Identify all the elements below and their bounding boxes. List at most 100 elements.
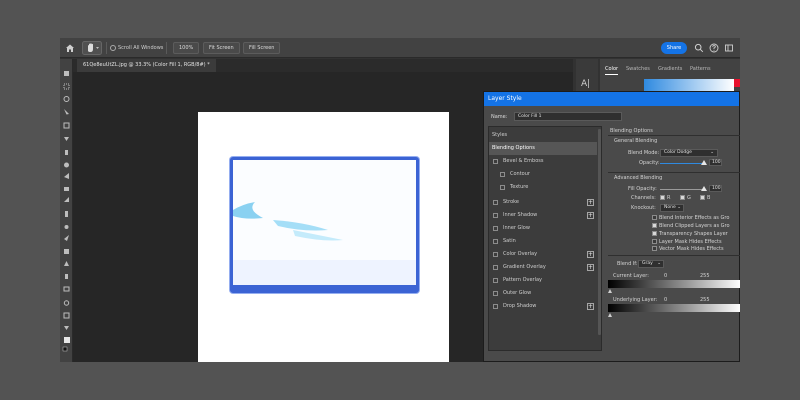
inner-shadow-checkbox[interactable] bbox=[493, 213, 498, 218]
style-gradient-overlay[interactable]: Gradient Overlay + bbox=[489, 261, 597, 274]
general-blending-title: General Blending bbox=[614, 138, 658, 144]
opacity-value[interactable]: 100 bbox=[709, 159, 722, 166]
fit-screen-button[interactable]: Fit Screen bbox=[203, 42, 240, 54]
channels-label: Channels: bbox=[631, 195, 656, 201]
color-overlay-checkbox[interactable] bbox=[493, 252, 498, 257]
separator bbox=[106, 42, 107, 54]
layer-mask-hides-checkbox[interactable] bbox=[652, 239, 657, 244]
image-artwork bbox=[233, 202, 416, 285]
style-color-overlay[interactable]: Color Overlay + bbox=[489, 248, 597, 261]
style-inner-glow[interactable]: Inner Glow bbox=[489, 222, 597, 235]
document-canvas[interactable] bbox=[198, 112, 449, 362]
channel-g-checkbox[interactable] bbox=[680, 195, 685, 200]
style-inner-shadow[interactable]: Inner Shadow + bbox=[489, 209, 597, 222]
chevron-down-icon: ⌄ bbox=[657, 261, 661, 266]
style-label: Stroke bbox=[503, 199, 519, 205]
style-texture[interactable]: Texture bbox=[489, 181, 597, 194]
style-drop-shadow[interactable]: Drop Shadow + bbox=[489, 300, 597, 313]
current-layer-black-handle[interactable] bbox=[608, 289, 612, 293]
layer-style-dialog: Layer Style Name: Color Fill 1 Styles Bl… bbox=[483, 91, 740, 362]
underlying-layer-low: 0 bbox=[664, 297, 668, 303]
svg-text:A|: A| bbox=[581, 79, 590, 89]
vector-mask-hides-checkbox[interactable] bbox=[652, 246, 657, 251]
styles-header: Styles bbox=[492, 132, 508, 138]
fill-opacity-slider-knob[interactable] bbox=[701, 186, 707, 191]
zoom-100-button[interactable]: 100% bbox=[173, 42, 200, 54]
channel-b-checkbox[interactable] bbox=[700, 195, 705, 200]
layer-mask-hides-label: Layer Mask Hides Effects bbox=[659, 239, 722, 245]
style-bevel-emboss[interactable]: Bevel & Emboss bbox=[489, 155, 597, 168]
help-icon[interactable] bbox=[709, 43, 719, 53]
workspace-icon[interactable] bbox=[724, 43, 734, 53]
tab-color[interactable]: Color bbox=[605, 63, 619, 75]
style-outer-glow[interactable]: Outer Glow bbox=[489, 287, 597, 300]
add-color-overlay-button[interactable]: + bbox=[587, 251, 594, 258]
outer-glow-checkbox[interactable] bbox=[493, 291, 498, 296]
blend-if-select[interactable]: Gray ⌄ bbox=[638, 260, 664, 268]
blend-if-label: Blend If: bbox=[617, 261, 638, 267]
blend-mode-select[interactable]: Color Dodge ⌄ bbox=[660, 149, 718, 157]
tab-gradients[interactable]: Gradients bbox=[658, 63, 682, 75]
blend-interior-checkbox[interactable] bbox=[652, 215, 657, 220]
opacity-slider[interactable] bbox=[660, 163, 704, 164]
section-divider bbox=[608, 172, 740, 173]
fill-opacity-value[interactable]: 100 bbox=[709, 185, 722, 192]
satin-checkbox[interactable] bbox=[493, 239, 498, 244]
document-tabs: 61Qe8euUtZL.jpg @ 33.3% (Color Fill 1, R… bbox=[73, 59, 573, 72]
section-divider bbox=[608, 255, 740, 256]
chevron-down-icon: ⌄ bbox=[677, 205, 681, 210]
opacity-slider-knob[interactable] bbox=[701, 160, 707, 165]
tab-swatches[interactable]: Swatches bbox=[626, 63, 650, 75]
hand-tool-icon[interactable] bbox=[82, 41, 102, 55]
color-swatch-red[interactable] bbox=[734, 79, 740, 87]
document-tab[interactable]: 61Qe8euUtZL.jpg @ 33.3% (Color Fill 1, R… bbox=[77, 59, 216, 72]
section-divider bbox=[608, 135, 740, 136]
pattern-overlay-checkbox[interactable] bbox=[493, 278, 498, 283]
inner-glow-checkbox[interactable] bbox=[493, 226, 498, 231]
add-inner-shadow-button[interactable]: + bbox=[587, 212, 594, 219]
search-icon[interactable] bbox=[694, 43, 704, 53]
scroll-all-windows-checkbox[interactable] bbox=[110, 45, 116, 51]
character-icon[interactable]: A| bbox=[579, 75, 595, 89]
style-label: Pattern Overlay bbox=[503, 277, 543, 283]
blending-options-title: Blending Options bbox=[610, 128, 653, 134]
name-label: Name: bbox=[491, 114, 508, 120]
vector-mask-hides-label: Vector Mask Hides Effects bbox=[659, 246, 724, 252]
style-contour[interactable]: Contour bbox=[489, 168, 597, 181]
advanced-blending-title: Advanced Blending bbox=[614, 175, 663, 181]
tab-patterns[interactable]: Patterns bbox=[690, 63, 711, 75]
fill-screen-button[interactable]: Fill Screen bbox=[243, 42, 281, 54]
style-pattern-overlay[interactable]: Pattern Overlay bbox=[489, 274, 597, 287]
knockout-select[interactable]: None ⌄ bbox=[660, 204, 684, 212]
style-label: Bevel & Emboss bbox=[503, 158, 544, 164]
styles-scrollbar[interactable] bbox=[598, 129, 601, 335]
blending-options-pane: Blending Options General Blending Blend … bbox=[608, 126, 740, 351]
style-stroke[interactable]: Stroke + bbox=[489, 196, 597, 209]
style-blending-options[interactable]: Blending Options bbox=[489, 142, 597, 155]
blend-clipped-checkbox[interactable] bbox=[652, 223, 657, 228]
transparency-shapes-checkbox[interactable] bbox=[652, 231, 657, 236]
add-gradient-overlay-button[interactable]: + bbox=[587, 264, 594, 271]
opacity-label: Opacity: bbox=[639, 160, 660, 166]
gradient-overlay-checkbox[interactable] bbox=[493, 265, 498, 270]
add-stroke-button[interactable]: + bbox=[587, 199, 594, 206]
underlying-layer-black-handle[interactable] bbox=[608, 313, 612, 317]
channel-r-checkbox[interactable] bbox=[660, 195, 665, 200]
fill-opacity-slider[interactable] bbox=[660, 189, 704, 190]
add-drop-shadow-button[interactable]: + bbox=[587, 303, 594, 310]
name-input[interactable]: Color Fill 1 bbox=[514, 112, 622, 121]
tool-icons[interactable] bbox=[60, 59, 73, 362]
tools-panel bbox=[60, 59, 73, 362]
contour-checkbox[interactable] bbox=[500, 172, 505, 177]
stroke-checkbox[interactable] bbox=[493, 200, 498, 205]
share-button[interactable]: Share bbox=[661, 42, 687, 54]
home-icon[interactable] bbox=[65, 43, 75, 53]
photoshop-window: Scroll All Windows 100% Fit Screen Fill … bbox=[60, 38, 740, 362]
style-satin[interactable]: Satin bbox=[489, 235, 597, 248]
drop-shadow-checkbox[interactable] bbox=[493, 304, 498, 309]
bevel-emboss-checkbox[interactable] bbox=[493, 159, 498, 164]
underlying-layer-gradient[interactable] bbox=[608, 304, 740, 312]
current-layer-gradient[interactable] bbox=[608, 280, 740, 288]
texture-checkbox[interactable] bbox=[500, 185, 505, 190]
scroll-all-windows-label: Scroll All Windows bbox=[118, 45, 164, 51]
